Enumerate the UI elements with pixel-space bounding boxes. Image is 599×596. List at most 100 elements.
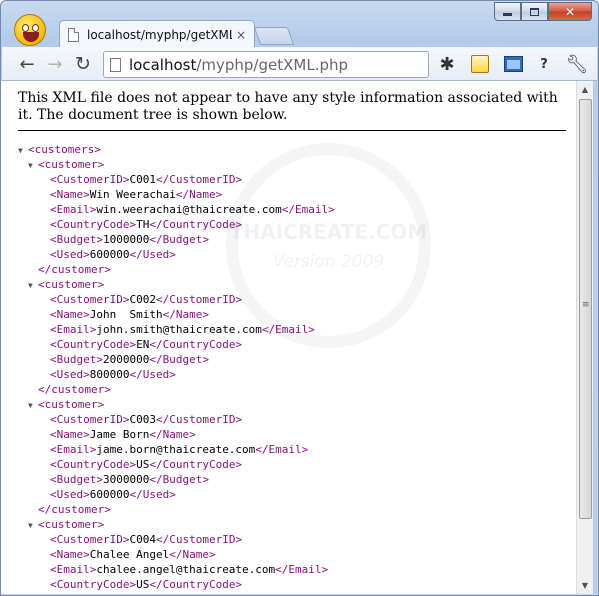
xml-tag: </Used>	[129, 368, 176, 381]
xml-style-notice: This XML file does not appear to have an…	[18, 90, 566, 131]
profile-avatar-icon[interactable]	[14, 14, 46, 46]
xml-tag: <Budget>	[50, 473, 103, 486]
new-tab-button[interactable]	[253, 27, 295, 45]
xml-tag: </Budget>	[149, 473, 209, 486]
xml-value: 3000000	[102, 473, 150, 486]
xml-tag: <Budget>	[50, 353, 103, 366]
xml-tag: <Name>	[50, 188, 90, 201]
help-icon[interactable]: ?	[532, 52, 556, 76]
xml-tag: <Name>	[50, 308, 90, 321]
page-icon	[68, 27, 79, 42]
xml-value: john.smith@thaicreate.com	[96, 323, 262, 336]
xml-field-email: <Email>win.weerachai@thaicreate.com</Ema…	[18, 202, 335, 217]
xml-value: C003	[129, 413, 156, 426]
xml-field-countrycode: <CountryCode>TH</CountryCode>	[18, 217, 335, 232]
xml-value: C002	[129, 293, 156, 306]
calendar-icon[interactable]	[468, 52, 492, 76]
xml-value: John Smith	[89, 308, 163, 321]
bug-icon[interactable]: ✱	[435, 52, 459, 76]
maximize-icon	[530, 7, 539, 16]
reload-icon[interactable]: ↻	[71, 52, 95, 76]
xml-value: US	[136, 578, 150, 591]
wrench-icon[interactable]: 🔧︎	[565, 52, 589, 76]
xml-tag: </CustomerID>	[155, 533, 243, 546]
xml-field-customerid: <CustomerID>C003</CustomerID>	[18, 412, 335, 427]
scroll-up-arrow-icon[interactable]: ▲	[577, 81, 593, 98]
xml-tag: <Email>	[50, 323, 97, 336]
xml-tag: </Name>	[175, 188, 223, 201]
window-icon-box	[503, 56, 523, 72]
xml-tag: <Email>	[50, 203, 97, 216]
avatar-mouth	[23, 32, 39, 42]
xml-tag: </CustomerID>	[155, 413, 243, 426]
xml-tag: <customer>	[38, 518, 105, 531]
window-icon[interactable]	[501, 52, 525, 76]
xml-tag: <CustomerID>	[50, 533, 130, 546]
xml-value: TH	[136, 218, 150, 231]
xml-field-countrycode: <CountryCode>US</CountryCode>	[18, 457, 335, 472]
xml-value: 2000000	[102, 353, 150, 366]
xml-tag: </customer>	[38, 503, 111, 516]
xml-tag: </Used>	[129, 488, 176, 501]
close-window-button[interactable]: ✕	[548, 2, 592, 21]
xml-tag: </customer>	[38, 263, 111, 276]
xml-tag: <Name>	[50, 428, 90, 441]
calendar-icon-box	[471, 55, 489, 73]
xml-value: 600000	[89, 248, 130, 261]
scroll-thumb[interactable]	[579, 99, 592, 519]
xml-value: US	[136, 458, 150, 471]
back-arrow-icon[interactable]: ←	[15, 52, 39, 76]
xml-tag: </Name>	[149, 428, 196, 441]
xml-tag: </Budget>	[149, 353, 209, 366]
xml-tag: </customer>	[38, 383, 111, 396]
xml-customer-open: ▼ <customer>	[18, 517, 335, 532]
xml-customer-open: ▼ <customer>	[18, 277, 335, 292]
xml-tag: <Budget>	[50, 233, 103, 246]
xml-customer-open: ▼ <customer>	[18, 157, 335, 172]
collapse-triangle-icon[interactable]: ▼	[28, 518, 38, 533]
xml-field-used: <Used>800000</Used>	[18, 367, 335, 382]
xml-value: Win Weerachai	[89, 188, 176, 201]
minimize-button[interactable]	[494, 2, 521, 21]
collapse-triangle-icon[interactable]: ▼	[28, 398, 38, 413]
xml-tag: <Name>	[50, 548, 90, 561]
xml-field-budget: <Budget>2000000</Budget>	[18, 352, 335, 367]
url-host: localhost	[129, 55, 197, 74]
xml-tag: </CountryCode>	[149, 218, 243, 231]
forward-arrow-icon[interactable]: →	[43, 52, 67, 76]
xml-field-customerid: <CustomerID>C001</CustomerID>	[18, 172, 335, 187]
xml-value: win.weerachai@thaicreate.com	[96, 203, 282, 216]
xml-field-budget: <Budget>3000000</Budget>	[18, 472, 335, 487]
maximize-button[interactable]	[521, 2, 548, 21]
tab-active[interactable]: localhost/myphp/getXML ×	[59, 20, 255, 48]
xml-tag: </Email>	[281, 203, 335, 216]
xml-tag: <customers>	[28, 143, 101, 156]
xml-field-name: <Name>John Smith</Name>	[18, 307, 335, 322]
xml-field-customerid: <CustomerID>C002</CustomerID>	[18, 292, 335, 307]
xml-root-open: ▼ <customers>	[18, 142, 335, 157]
window-edge	[593, 81, 597, 594]
collapse-triangle-icon[interactable]: ▼	[28, 158, 38, 173]
xml-field-customerid: <CustomerID>C004</CustomerID>	[18, 532, 335, 547]
page-content: THAICREATE.COM Version 2009 This XML fil…	[1, 81, 576, 594]
collapse-triangle-icon[interactable]: ▼	[28, 278, 38, 293]
xml-field-email: <Email>jame.born@thaicreate.com</Email>	[18, 442, 335, 457]
xml-tag: </CountryCode>	[149, 578, 243, 591]
xml-tag: <customer>	[38, 398, 105, 411]
xml-tag: <Used>	[50, 248, 90, 261]
scroll-down-arrow-icon[interactable]: ▼	[577, 577, 593, 594]
xml-customer-close: </customer>	[18, 502, 335, 517]
vertical-scrollbar[interactable]: ▲ ▼	[576, 81, 593, 594]
xml-value: EN	[136, 338, 150, 351]
close-icon: ✕	[564, 4, 576, 19]
xml-tag: <customer>	[38, 158, 105, 171]
address-bar[interactable]: localhost/myphp/getXML.php	[103, 51, 429, 78]
xml-field-email: <Email>john.smith@thaicreate.com</Email>	[18, 322, 335, 337]
xml-tag: </Email>	[275, 563, 329, 576]
tab-close-icon[interactable]: ×	[236, 28, 246, 42]
xml-tag: <CountryCode>	[50, 578, 137, 591]
xml-tag: </Budget>	[149, 233, 209, 246]
collapse-triangle-icon[interactable]: ▼	[18, 143, 28, 158]
xml-field-used: <Used>600000</Used>	[18, 247, 335, 262]
avatar-eye-right	[32, 24, 39, 32]
